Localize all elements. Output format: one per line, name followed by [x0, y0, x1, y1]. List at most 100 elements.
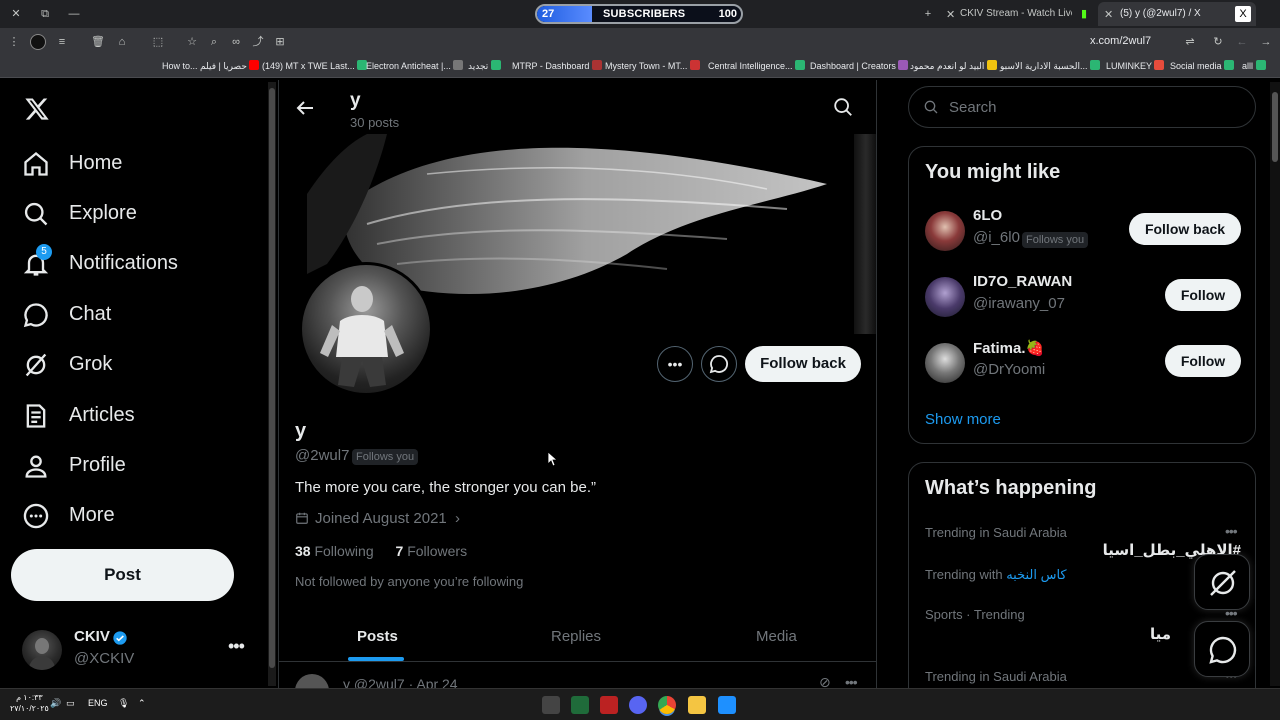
new-tab-icon[interactable]: + — [920, 6, 936, 22]
more-horizontal-icon[interactable]: ••• — [1225, 523, 1238, 539]
chrome-app-icon[interactable] — [658, 696, 676, 714]
message-button[interactable] — [701, 346, 737, 382]
bookmark-item[interactable]: الحسبة الادارية الاسبو... — [1000, 60, 1104, 72]
address-bar-url[interactable]: x.com/2wul7 — [1090, 35, 1151, 47]
profile-avatar[interactable] — [299, 262, 433, 396]
tab-media[interactable]: Media — [756, 628, 797, 645]
bookmark-item[interactable]: Social media — [1170, 60, 1238, 71]
more-horizontal-icon[interactable]: ••• — [228, 636, 245, 657]
suggestion-handle: @i_6l0 — [973, 229, 1020, 246]
x-logo-icon[interactable] — [24, 96, 50, 122]
account-switcher[interactable]: CKIV @XCKIV ••• — [22, 628, 262, 672]
tab-close-icon[interactable]: ✕ — [1104, 8, 1113, 21]
nav-explore[interactable]: Explore — [22, 194, 252, 234]
file-explorer-app-icon[interactable] — [688, 696, 706, 714]
trash-icon[interactable]: 🗑 — [90, 34, 106, 50]
scrollbar[interactable] — [1270, 82, 1280, 686]
follow-button[interactable]: Follow — [1165, 279, 1241, 311]
bookmark-item[interactable]: How to... حصريا | فيلم — [162, 60, 263, 72]
grok-icon[interactable]: ⊘ — [819, 674, 831, 688]
taskbar-clock[interactable]: ١٠:٣٣ م ٢٧/١٠/٢٠٢٥ — [10, 692, 49, 714]
tab-replies[interactable]: Replies — [551, 628, 601, 645]
tab-close-icon[interactable]: ✕ — [946, 8, 955, 21]
language-indicator[interactable]: ENG — [88, 698, 108, 708]
chevron-up-icon[interactable]: ⌃ — [138, 698, 146, 709]
extensions-icon[interactable]: ⬚ — [150, 34, 166, 50]
reload-icon[interactable]: ↻ — [1210, 34, 1226, 50]
excel-app-icon[interactable] — [571, 696, 589, 714]
close-icon[interactable]: ✕ — [8, 6, 24, 22]
bookmark-item[interactable]: LUMINKEY — [1106, 60, 1168, 71]
joined-date[interactable]: Joined August 2021 › — [295, 510, 460, 527]
link-icon[interactable]: ∞ — [228, 34, 244, 50]
search-input[interactable]: Search — [908, 86, 1256, 128]
nav-articles[interactable]: Articles — [22, 396, 252, 436]
following-link[interactable]: 38 Following — [295, 543, 374, 559]
home-icon[interactable]: ⌂ — [114, 34, 130, 50]
tab-x-profile[interactable]: (5) y (@2wul7) / X — [1098, 2, 1256, 26]
tab-posts[interactable]: Posts — [357, 628, 398, 645]
bookmarks-bar: How to... حصريا | فيلم (149) MT x TWE La… — [0, 56, 1280, 78]
steam-app-icon[interactable] — [542, 696, 560, 714]
bookmark-item[interactable]: Dashboard | Creators — [810, 60, 912, 71]
tab-ckiv-stream[interactable]: CKIV Stream - Watch Live on Ki — [960, 2, 1072, 26]
bookmark-item[interactable]: تجديد — [468, 60, 505, 72]
nav-home[interactable]: Home — [22, 144, 252, 184]
followers-link[interactable]: 7 Followers — [396, 543, 468, 559]
chat-floating-button[interactable] — [1194, 621, 1250, 677]
post-author-avatar[interactable] — [295, 674, 329, 688]
zoom-icon[interactable]: ⌕ — [206, 34, 222, 50]
suggestion-item[interactable]: Fatima.🍓 @DrYoomi Follow — [925, 339, 1245, 387]
scrollbar-thumb[interactable] — [269, 88, 275, 668]
display-icon[interactable]: ▭ — [66, 698, 75, 709]
nav-profile[interactable]: Profile — [22, 446, 252, 486]
search-icon[interactable] — [832, 96, 854, 118]
nav-notifications[interactable]: 5 Notifications — [22, 244, 252, 284]
install-icon[interactable]: ⊞ — [272, 34, 288, 50]
site-settings-icon[interactable]: ⇌ — [1182, 34, 1198, 50]
follow-back-button[interactable]: Follow back — [1129, 213, 1241, 245]
tabs-icon[interactable]: ≡ — [54, 34, 70, 50]
trend-link[interactable]: كاس النخبه — [1006, 567, 1066, 582]
back-arrow-icon[interactable] — [293, 96, 317, 120]
microphone-icon[interactable]: 🎙 — [118, 698, 129, 709]
tab-label: (5) y (@2wul7) / X — [1120, 8, 1201, 19]
back-arrow-icon[interactable]: ← — [1234, 34, 1250, 50]
profile-display-name: y — [295, 420, 307, 442]
nav-label: Notifications — [69, 252, 178, 274]
menu-dots-icon[interactable]: ⋮ — [6, 34, 22, 50]
restore-icon[interactable]: ⧉ — [37, 6, 53, 22]
bookmark-item[interactable]: البيد لو انعدم محمود — [910, 60, 1001, 72]
grok-floating-button[interactable] — [1194, 554, 1250, 610]
windows-start-icon[interactable] — [718, 696, 736, 714]
bookmark-item[interactable]: alll — [1242, 60, 1270, 71]
acrobat-app-icon[interactable] — [600, 696, 618, 714]
trend-name[interactable]: ميا — [1150, 625, 1171, 643]
suggestion-item[interactable]: ID7O_RAWAN @irawany_07 Follow — [925, 273, 1245, 321]
follow-button[interactable]: Follow — [1165, 345, 1241, 377]
bookmark-item[interactable]: Electron Anticheat |... — [366, 60, 467, 71]
show-more-link[interactable]: Show more — [925, 411, 1001, 428]
share-icon[interactable]: ⤴ — [250, 34, 266, 50]
minimize-icon[interactable]: — — [66, 6, 82, 22]
nav-grok[interactable]: Grok — [22, 345, 252, 385]
star-icon[interactable]: ☆ — [184, 34, 200, 50]
suggestion-item[interactable]: 6LO @i_6l0 Follows you Follow back — [925, 207, 1245, 255]
nav-more[interactable]: More — [22, 496, 252, 536]
nav-chat[interactable]: Chat — [22, 295, 252, 335]
forward-arrow-icon[interactable]: → — [1258, 34, 1274, 50]
more-horizontal-icon[interactable]: ••• — [845, 674, 858, 688]
profile-icon[interactable] — [30, 34, 46, 50]
scrollbar-thumb[interactable] — [1272, 92, 1278, 162]
post-header-preview[interactable]: y @2wul7 · Apr 24 — [343, 676, 458, 688]
bookmark-item[interactable]: (149) MT x TWE Last... — [262, 60, 371, 71]
volume-icon[interactable]: 🔊 — [50, 698, 61, 709]
follow-back-button[interactable]: Follow back — [745, 346, 861, 382]
bookmark-item[interactable]: MTRP - Dashboard — [512, 60, 606, 71]
bookmark-item[interactable]: Mystery Town - MT... — [605, 60, 704, 71]
discord-app-icon[interactable] — [629, 696, 647, 714]
bookmark-item[interactable]: Central Intelligence... — [708, 60, 809, 71]
scrollbar[interactable] — [268, 82, 276, 686]
more-options-button[interactable]: ••• — [657, 346, 693, 382]
post-button[interactable]: Post — [11, 549, 234, 601]
